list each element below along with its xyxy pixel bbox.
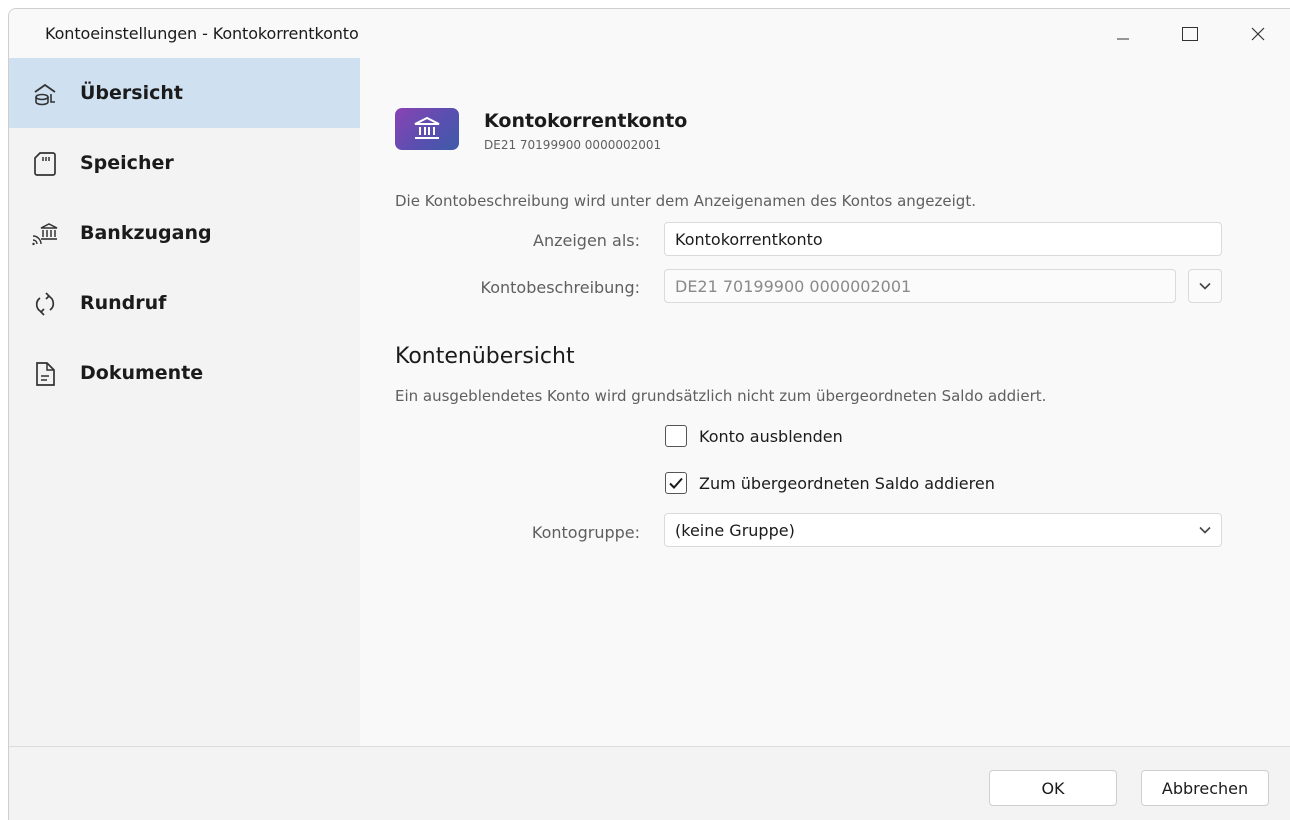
refresh-icon bbox=[35, 292, 55, 316]
sidebar-item-label: Rundruf bbox=[80, 292, 167, 314]
sidebar-item-bankzugang[interactable]: Bankzugang bbox=[9, 198, 360, 268]
hide-account-label: Konto ausblenden bbox=[699, 427, 843, 446]
maximize-icon[interactable] bbox=[1170, 17, 1210, 51]
account-name: Kontokorrentkonto bbox=[484, 110, 688, 132]
hide-account-checkbox[interactable] bbox=[665, 425, 687, 447]
account-overview-icon bbox=[34, 83, 56, 106]
display-as-label: Anzeigen als: bbox=[533, 231, 640, 250]
account-iban: DE21 70199900 0000002001 bbox=[484, 138, 662, 152]
sd-card-icon bbox=[34, 152, 56, 176]
sidebar-item-uebersicht[interactable]: Übersicht bbox=[9, 58, 360, 128]
overview-hint: Ein ausgeblendetes Konto wird grundsätzl… bbox=[395, 387, 1047, 405]
settings-window: Kontoeinstellungen - Kontokorrentkonto Ü… bbox=[8, 8, 1290, 820]
account-description-value: DE21 70199900 0000002001 bbox=[675, 276, 912, 296]
section-title-overview: Kontenübersicht bbox=[395, 344, 575, 369]
sidebar-item-dokumente[interactable]: Dokumente bbox=[9, 338, 360, 408]
ok-button[interactable]: OK bbox=[989, 770, 1117, 806]
add-to-balance-checkbox[interactable] bbox=[665, 472, 687, 494]
sidebar-item-label: Dokumente bbox=[80, 362, 204, 384]
main-content: Kontokorrentkonto DE21 70199900 00000020… bbox=[360, 58, 1290, 746]
add-to-balance-label: Zum übergeordneten Saldo addieren bbox=[699, 474, 995, 493]
window-title: Kontoeinstellungen - Kontokorrentkonto bbox=[45, 24, 359, 43]
account-description-input[interactable]: DE21 70199900 0000002001 bbox=[664, 269, 1176, 303]
account-group-value: (keine Gruppe) bbox=[675, 520, 795, 540]
sidebar-item-rundruf[interactable]: Rundruf bbox=[9, 268, 360, 338]
description-dropdown-button[interactable] bbox=[1188, 269, 1222, 303]
sidebar: Übersicht Speicher Bankzugang Rundruf Do… bbox=[9, 58, 360, 746]
sidebar-item-label: Bankzugang bbox=[80, 222, 212, 244]
chevron-down-icon bbox=[1199, 526, 1211, 534]
minimize-icon[interactable] bbox=[1103, 17, 1143, 51]
chevron-down-icon bbox=[1199, 282, 1211, 290]
display-as-input[interactable]: Kontokorrentkonto bbox=[664, 222, 1222, 256]
close-icon[interactable] bbox=[1238, 17, 1278, 51]
description-hint: Die Kontobeschreibung wird unter dem Anz… bbox=[395, 192, 976, 210]
dialog-footer: OK Abbrechen bbox=[9, 746, 1290, 820]
document-icon bbox=[36, 362, 55, 386]
account-group-label: Kontogruppe: bbox=[531, 523, 640, 542]
cancel-button[interactable]: Abbrechen bbox=[1141, 770, 1269, 806]
sidebar-item-speicher[interactable]: Speicher bbox=[9, 128, 360, 198]
account-description-label: Kontobeschreibung: bbox=[480, 278, 640, 297]
bank-access-icon bbox=[32, 223, 58, 246]
sidebar-item-label: Speicher bbox=[80, 152, 174, 174]
title-bar: Kontoeinstellungen - Kontokorrentkonto bbox=[9, 9, 1290, 59]
account-group-select[interactable]: (keine Gruppe) bbox=[664, 513, 1222, 547]
bank-icon bbox=[395, 108, 459, 150]
display-as-value: Kontokorrentkonto bbox=[675, 229, 823, 249]
checkmark-icon bbox=[669, 477, 683, 489]
sidebar-item-label: Übersicht bbox=[80, 82, 183, 104]
